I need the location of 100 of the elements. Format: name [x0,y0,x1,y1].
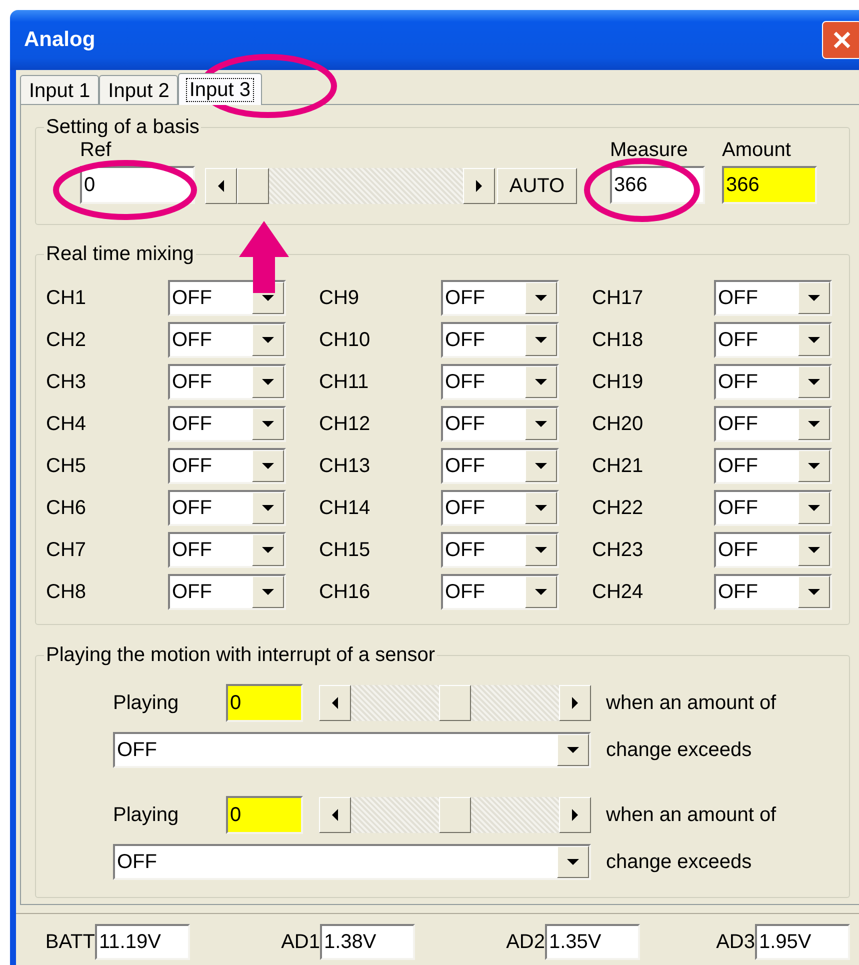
dropdown-button[interactable] [798,366,830,398]
dropdown-button[interactable] [798,492,830,524]
window-title: Analog [24,27,96,54]
dropdown[interactable]: OFF [441,448,559,484]
dropdown-button[interactable] [525,282,557,314]
dropdown-button[interactable] [557,846,589,878]
text-field[interactable]: 0 [226,684,303,722]
dropdown-button[interactable] [525,408,557,440]
channel-label: CH8 [46,580,88,605]
dropdown[interactable]: OFF [168,532,286,568]
scroll-left-button[interactable] [205,168,237,204]
dropdown[interactable]: OFF [714,490,832,526]
scroll-right-button[interactable] [463,168,495,204]
channel-label: CH11 [319,370,370,395]
dropdown-button[interactable] [252,408,284,440]
slider-thumb[interactable] [237,168,269,204]
dropdown[interactable]: OFF [441,532,559,568]
dropdown-button[interactable] [525,576,557,608]
right-triangle-icon [571,809,579,821]
tab[interactable]: Input 2 [99,75,178,104]
dropdown-button[interactable] [252,450,284,482]
scroll-left-button[interactable] [319,797,351,833]
dropdown[interactable]: OFF [113,844,591,880]
dropdown[interactable]: OFF [168,490,286,526]
dropdown[interactable]: OFF [714,532,832,568]
dropdown-button[interactable] [798,534,830,566]
down-triangle-icon [535,419,547,429]
channel-label: CH2 [46,328,88,353]
channel-label: CH6 [46,496,88,521]
dropdown-button[interactable] [252,534,284,566]
down-triangle-icon [262,419,274,429]
dropdown[interactable]: OFF [168,280,286,316]
dropdown[interactable]: OFF [441,406,559,442]
dropdown-button[interactable] [798,576,830,608]
dropdown-button[interactable] [525,324,557,356]
dropdown[interactable]: OFF [168,406,286,442]
scroll-right-button[interactable] [559,797,591,833]
dropdown[interactable]: OFF [168,448,286,484]
scroll-right-button[interactable] [559,685,591,721]
dropdown[interactable]: OFF [113,732,591,768]
channel-label: CH15 [319,538,372,563]
rule-text: when an amount of [606,691,776,716]
channel-label: CH14 [319,496,372,521]
dropdown-button[interactable] [798,408,830,440]
dropdown[interactable]: OFF [441,490,559,526]
dropdown[interactable]: OFF [441,322,559,358]
dropdown[interactable]: OFF [441,364,559,400]
dropdown-button[interactable] [798,324,830,356]
dropdown[interactable]: OFF [168,322,286,358]
channel-label: CH24 [592,580,644,605]
close-icon [832,30,852,50]
dropdown-button[interactable] [525,450,557,482]
dropdown[interactable]: OFF [168,574,286,610]
dropdown-button[interactable] [557,734,589,766]
right-triangle-icon [475,180,483,192]
dropdown-button[interactable] [525,366,557,398]
down-triangle-icon [262,335,274,345]
dropdown-button[interactable] [798,282,830,314]
dropdown-button[interactable] [252,366,284,398]
channel-label: CH7 [46,538,88,563]
down-triangle-icon [808,293,820,303]
tab[interactable]: Input 1 [20,75,100,104]
dropdown[interactable]: OFF [168,364,286,400]
auto-button[interactable]: AUTO [497,168,577,204]
down-triangle-icon [808,545,820,555]
channel-label: CH4 [46,412,88,437]
tab[interactable]: Input 3 [178,73,262,105]
dropdown[interactable]: OFF [714,364,832,400]
dropdown[interactable]: OFF [714,574,832,610]
dropdown[interactable]: OFF [714,448,832,484]
dropdown[interactable]: OFF [441,280,559,316]
close-button[interactable] [822,21,859,59]
status-field: 11.19V [95,924,190,960]
dropdown[interactable]: OFF [714,280,832,316]
text-field[interactable]: 366 [610,166,705,204]
down-triangle-icon [808,335,820,345]
channel-label: CH3 [46,370,88,395]
down-triangle-icon [535,545,547,555]
slider-thumb[interactable] [439,797,471,833]
text-field[interactable]: 0 [226,796,303,834]
dropdown-button[interactable] [525,492,557,524]
down-triangle-icon [535,503,547,513]
down-triangle-icon [808,377,820,387]
field-label: Playing [113,691,180,716]
left-triangle-icon [331,809,339,821]
down-triangle-icon [262,293,274,303]
down-triangle-icon [535,461,547,471]
slider-thumb[interactable] [439,685,471,721]
dropdown-button[interactable] [252,324,284,356]
dropdown[interactable]: OFF [441,574,559,610]
dropdown-button[interactable] [252,576,284,608]
dropdown-button[interactable] [525,534,557,566]
dropdown[interactable]: OFF [714,406,832,442]
text-field[interactable]: 366 [722,166,817,204]
scroll-left-button[interactable] [319,685,351,721]
dropdown-button[interactable] [798,450,830,482]
rule-text: change exceeds [606,850,752,875]
dropdown-button[interactable] [252,492,284,524]
channel-label: CH19 [592,370,644,395]
dropdown[interactable]: OFF [714,322,832,358]
